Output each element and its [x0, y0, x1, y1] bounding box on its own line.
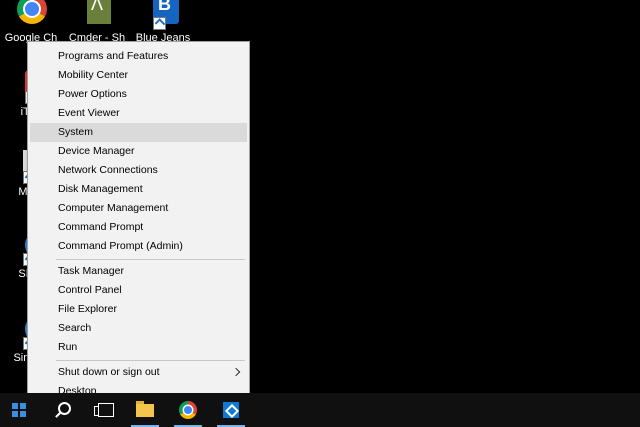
desktop-icon-cmder[interactable]: Λ Cmder - Sh — [62, 0, 132, 44]
chrome-icon — [179, 401, 197, 419]
taskbar-file-explorer[interactable] — [128, 393, 162, 427]
menu-item-run[interactable]: Run — [30, 338, 247, 357]
taskbar-visual-studio[interactable] — [214, 393, 248, 427]
bluejeans-icon: B — [145, 0, 181, 30]
visual-studio-icon — [223, 402, 239, 418]
search-button[interactable] — [46, 393, 80, 427]
desktop-icon-google-chrome[interactable]: Google Ch — [0, 0, 66, 44]
taskbar-chrome[interactable] — [171, 393, 205, 427]
menu-item-network-connections[interactable]: Network Connections — [30, 161, 247, 180]
menu-item-file-explorer[interactable]: File Explorer — [30, 300, 247, 319]
menu-item-search[interactable]: Search — [30, 319, 247, 338]
menu-item-programs-and-features[interactable]: Programs and Features — [30, 47, 247, 66]
start-icon — [12, 403, 26, 417]
menu-item-command-prompt[interactable]: Command Prompt — [30, 218, 247, 237]
menu-item-command-prompt-admin[interactable]: Command Prompt (Admin) — [30, 237, 247, 256]
desktop-icon-blue-jeans[interactable]: B Blue Jeans — [128, 0, 198, 44]
chevron-right-icon — [231, 367, 241, 377]
folder-icon — [136, 401, 154, 417]
menu-item-computer-management[interactable]: Computer Management — [30, 199, 247, 218]
search-icon — [58, 402, 71, 415]
win-x-context-menu: Programs and Features Mobility Center Po… — [27, 41, 250, 405]
menu-item-task-manager[interactable]: Task Manager — [30, 262, 247, 281]
menu-item-system[interactable]: System — [30, 123, 247, 142]
chrome-icon — [13, 0, 49, 30]
menu-item-label: Shut down or sign out — [58, 366, 160, 378]
cmder-icon: Λ — [79, 0, 115, 30]
menu-item-disk-management[interactable]: Disk Management — [30, 180, 247, 199]
task-view-icon — [94, 403, 114, 417]
menu-item-event-viewer[interactable]: Event Viewer — [30, 104, 247, 123]
task-view-button[interactable] — [86, 393, 120, 427]
menu-item-shut-down-or-sign-out[interactable]: Shut down or sign out — [30, 363, 247, 382]
menu-item-mobility-center[interactable]: Mobility Center — [30, 66, 247, 85]
menu-separator — [56, 259, 245, 260]
taskbar — [0, 393, 640, 427]
menu-item-power-options[interactable]: Power Options — [30, 85, 247, 104]
menu-separator — [56, 360, 245, 361]
start-button[interactable] — [2, 393, 40, 427]
menu-item-control-panel[interactable]: Control Panel — [30, 281, 247, 300]
menu-item-device-manager[interactable]: Device Manager — [30, 142, 247, 161]
